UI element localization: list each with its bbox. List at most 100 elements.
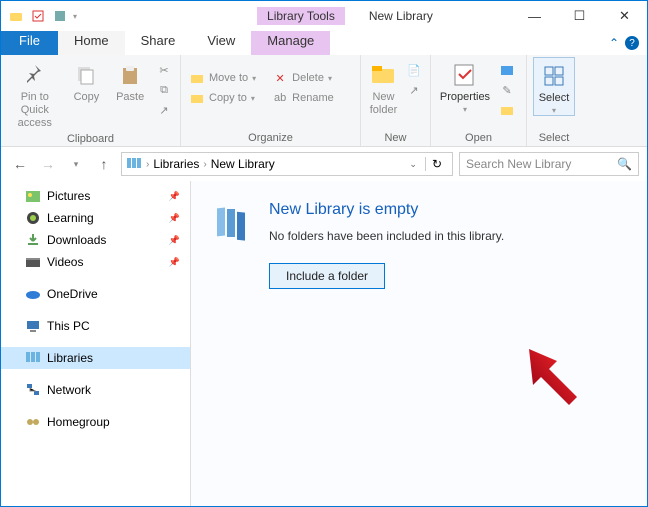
sidebar-item-videos[interactable]: Videos📌: [1, 251, 190, 273]
group-label-select: Select: [533, 130, 575, 146]
sidebar-item-libraries[interactable]: Libraries: [1, 347, 190, 369]
sidebar-item-network[interactable]: Network: [1, 379, 190, 401]
content-area: New Library is empty No folders have bee…: [191, 181, 647, 506]
empty-heading: New Library is empty: [269, 201, 504, 219]
pin-icon: 📌: [169, 191, 180, 202]
search-input[interactable]: Search New Library 🔍: [459, 152, 639, 176]
copy-path-button[interactable]: ⧉: [154, 81, 174, 99]
rename-icon: ab: [272, 90, 288, 106]
empty-subtext: No folders have been included in this li…: [269, 229, 504, 243]
scissors-icon: ✂: [156, 62, 172, 78]
copy-button[interactable]: Copy: [67, 57, 107, 103]
select-icon: [539, 62, 569, 90]
libraries-icon: [126, 156, 142, 173]
pin-quick-access-button[interactable]: Pin to Quick access: [7, 57, 63, 131]
ribbon-tabs: File Home Share View Manage ⌃ ?: [1, 31, 647, 55]
select-button[interactable]: Select ▾: [533, 57, 575, 116]
library-large-icon: [211, 201, 253, 243]
navigation-bar: ← → ▾ ↑ › Libraries › New Library ⌄ ↻ Se…: [1, 147, 647, 181]
onedrive-icon: [25, 286, 41, 302]
qat-item-1[interactable]: [29, 7, 47, 25]
copy-path-icon: ⧉: [156, 82, 172, 98]
copy-icon: [71, 61, 101, 89]
title-bar: ▾ Library Tools New Library — ☐ ✕: [1, 1, 647, 31]
group-label-clipboard: Clipboard: [7, 131, 174, 147]
window-title: New Library: [369, 9, 433, 23]
move-icon: [189, 70, 205, 86]
sidebar-item-thispc[interactable]: This PC: [1, 315, 190, 337]
group-label-new: New: [367, 130, 424, 146]
tab-home[interactable]: Home: [58, 31, 125, 55]
annotation-arrow-icon: [521, 341, 591, 411]
back-button[interactable]: ←: [9, 153, 31, 175]
up-button[interactable]: ↑: [93, 153, 115, 175]
pictures-icon: [25, 188, 41, 204]
breadcrumb-1[interactable]: Libraries: [153, 157, 199, 171]
properties-icon: [450, 61, 480, 89]
ribbon: Pin to Quick access Copy Paste ✂ ⧉ ↗ Cli…: [1, 55, 647, 147]
qat-dropdown-icon[interactable]: ▾: [73, 12, 77, 21]
paste-button[interactable]: Paste: [110, 57, 150, 103]
history-icon: [499, 102, 515, 118]
collapse-ribbon-icon[interactable]: ⌃: [609, 36, 619, 50]
recent-locations-button[interactable]: ▾: [65, 153, 87, 175]
sidebar-item-homegroup[interactable]: Homegroup: [1, 411, 190, 433]
history-button[interactable]: [497, 101, 517, 119]
new-folder-button[interactable]: New folder: [367, 57, 400, 117]
copy-to-button[interactable]: Copy to▾: [187, 89, 258, 107]
address-dropdown-icon[interactable]: ⌄: [405, 159, 421, 170]
open-button[interactable]: [497, 61, 517, 79]
maximize-button[interactable]: ☐: [557, 1, 602, 31]
refresh-button[interactable]: ↻: [425, 157, 448, 171]
qat-item-2[interactable]: [51, 7, 69, 25]
new-folder-icon: [369, 61, 399, 89]
include-folder-button[interactable]: Include a folder: [269, 263, 385, 289]
breadcrumb-2[interactable]: New Library: [211, 157, 275, 171]
videos-icon: [25, 254, 41, 270]
edit-button[interactable]: ✎: [497, 81, 517, 99]
sidebar-item-learning[interactable]: Learning📌: [1, 207, 190, 229]
delete-button[interactable]: ✕Delete▾: [270, 69, 336, 87]
tab-view[interactable]: View: [191, 31, 251, 55]
sidebar-item-onedrive[interactable]: OneDrive: [1, 283, 190, 305]
breadcrumb-separator-icon[interactable]: ›: [203, 159, 206, 170]
libraries-icon: [25, 350, 41, 366]
copy-to-icon: [189, 90, 205, 106]
pin-icon: 📌: [169, 235, 180, 246]
move-to-button[interactable]: Move to▾: [187, 69, 258, 87]
rename-button[interactable]: abRename: [270, 89, 336, 107]
easy-access-icon: ↗: [406, 82, 422, 98]
pin-icon: 📌: [169, 257, 180, 268]
group-label-open: Open: [437, 130, 520, 146]
navigation-sidebar[interactable]: Pictures📌 Learning📌 Downloads📌 Videos📌 O…: [1, 181, 191, 506]
tab-file[interactable]: File: [1, 31, 58, 55]
address-bar[interactable]: › Libraries › New Library ⌄ ↻: [121, 152, 453, 176]
delete-icon: ✕: [272, 70, 288, 86]
minimize-button[interactable]: —: [512, 1, 557, 31]
forward-button[interactable]: →: [37, 153, 59, 175]
search-placeholder: Search New Library: [466, 157, 571, 171]
open-icon: [499, 62, 515, 78]
new-item-button[interactable]: 📄: [404, 61, 424, 79]
homegroup-icon: [25, 414, 41, 430]
properties-button[interactable]: Properties ▾: [437, 57, 493, 114]
cut-button[interactable]: ✂: [154, 61, 174, 79]
edit-icon: ✎: [499, 82, 515, 98]
group-label-organize: Organize: [187, 130, 354, 146]
downloads-icon: [25, 232, 41, 248]
tab-manage[interactable]: Manage: [251, 31, 330, 55]
sidebar-item-downloads[interactable]: Downloads📌: [1, 229, 190, 251]
paste-shortcut-button[interactable]: ↗: [154, 101, 174, 119]
breadcrumb-separator-icon[interactable]: ›: [146, 159, 149, 170]
learning-icon: [25, 210, 41, 226]
tab-share[interactable]: Share: [125, 31, 192, 55]
easy-access-button[interactable]: ↗: [404, 81, 424, 99]
shortcut-icon: ↗: [156, 102, 172, 118]
sidebar-item-pictures[interactable]: Pictures📌: [1, 185, 190, 207]
close-button[interactable]: ✕: [602, 1, 647, 31]
help-icon[interactable]: ?: [625, 36, 639, 50]
pin-icon: 📌: [169, 213, 180, 224]
new-item-icon: 📄: [406, 62, 422, 78]
app-icon: [7, 7, 25, 25]
thispc-icon: [25, 318, 41, 334]
